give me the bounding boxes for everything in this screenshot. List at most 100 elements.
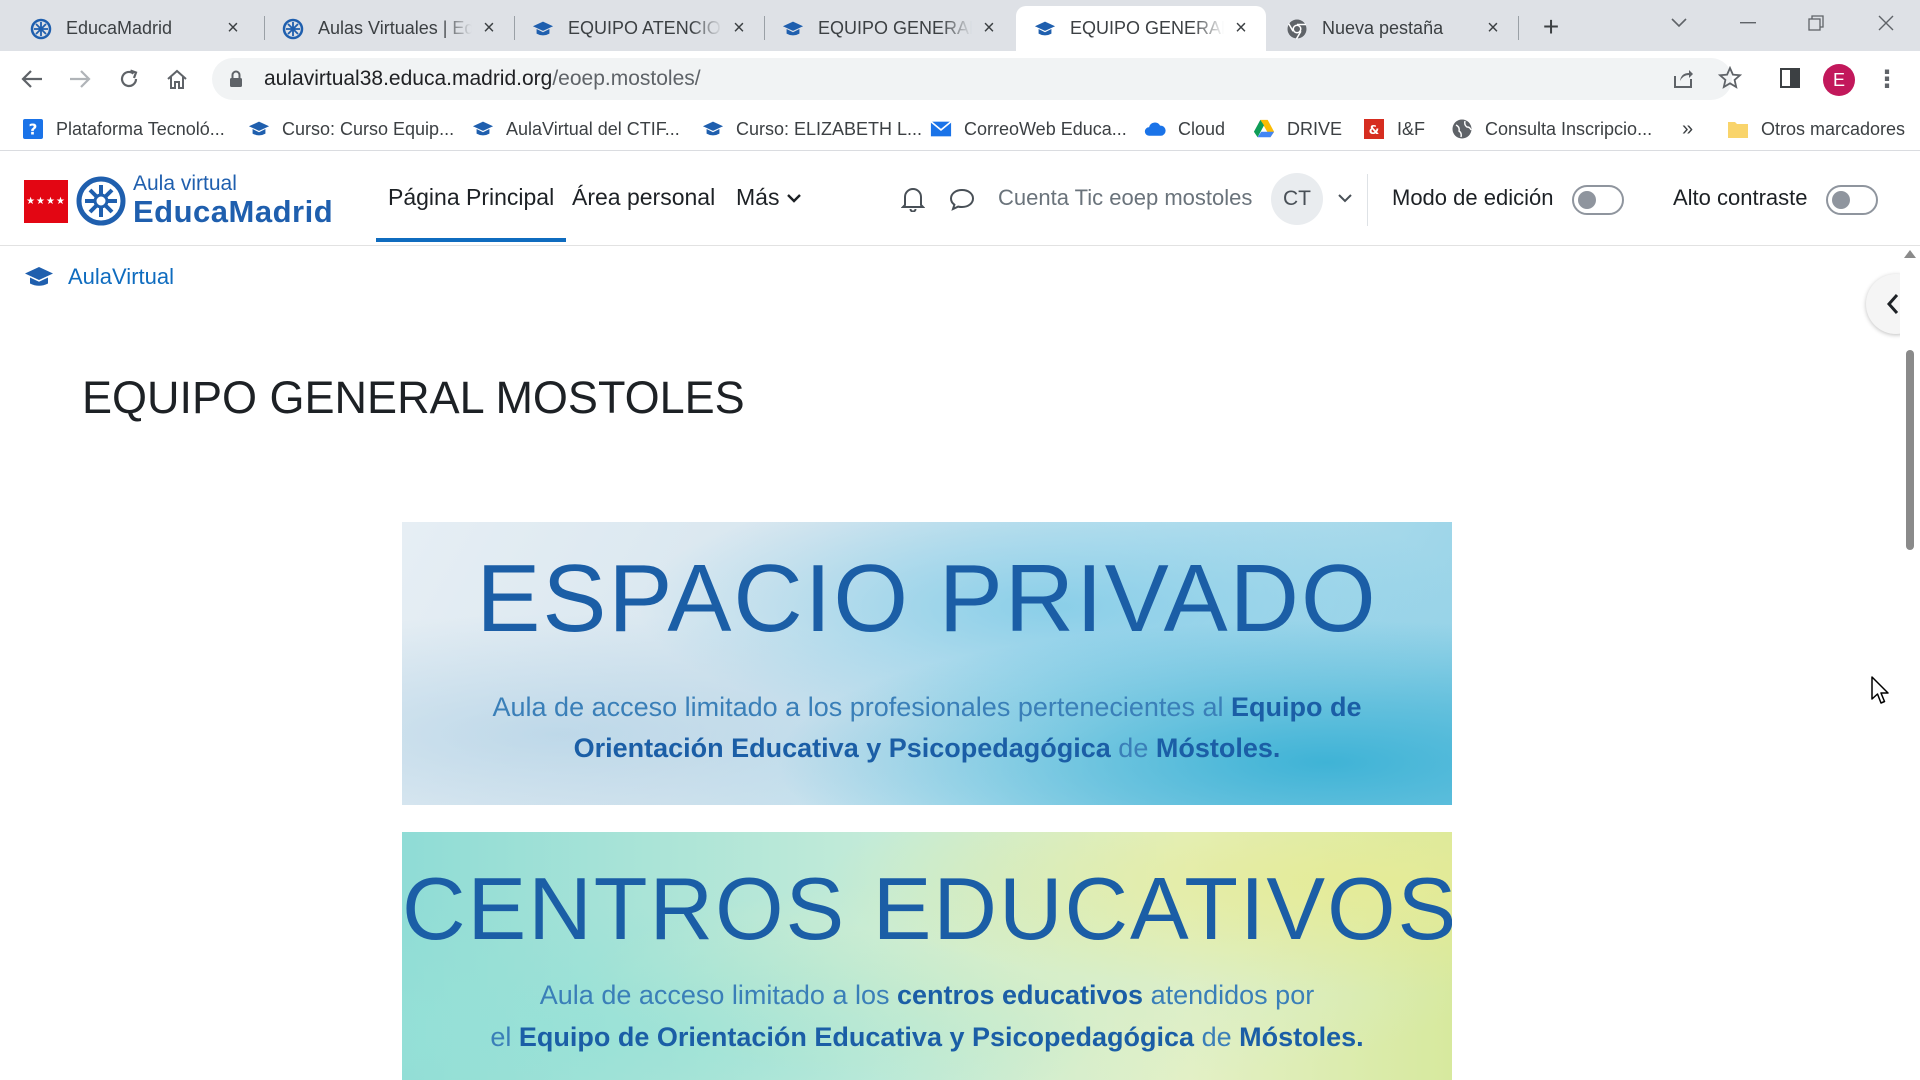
bookmark-item[interactable]: CorreoWeb Educa... [930, 107, 1127, 151]
banner-text: Orientación Educativa y Psicopedagógica … [573, 733, 1281, 763]
user-account-name[interactable]: Cuenta Tic eoep mostoles [998, 185, 1252, 211]
scroll-up-arrow-icon[interactable] [1904, 250, 1916, 258]
browser-menu-icon[interactable]: ⋮ [1875, 63, 1899, 95]
high-contrast-label: Alto contraste [1673, 185, 1808, 210]
mouse-cursor-icon [1871, 676, 1891, 706]
moodle-cap-icon [1034, 18, 1056, 40]
edit-mode-toggle[interactable] [1572, 185, 1624, 215]
toggle-knob [1832, 191, 1850, 209]
minimize-icon[interactable] [1726, 6, 1770, 40]
banner-text: Aula de acceso limitado a los centros ed… [539, 980, 1315, 1010]
address-bar[interactable]: aulavirtual38.educa.madrid.org/eoep.most… [212, 58, 1732, 100]
schools-banner[interactable]: CENTROS EDUCATIVOS Aula de acceso limita… [402, 832, 1452, 1080]
site-navbar: ★★★★ Aula virtual EducaMadrid Página Pri… [0, 152, 1920, 246]
chrome-icon [1286, 18, 1308, 40]
bookmark-item[interactable]: Curso: ELIZABETH L... [702, 107, 922, 151]
bookmark-item[interactable]: Curso: Curso Equip... [248, 107, 454, 151]
profile-avatar[interactable]: E [1823, 64, 1855, 96]
close-tab-icon[interactable]: × [222, 17, 244, 40]
toggle-knob [1578, 191, 1596, 209]
tab-title: Aulas Virtuales | EducaMadrid [318, 18, 472, 38]
lock-icon[interactable] [226, 70, 246, 88]
close-window-icon[interactable] [1864, 6, 1908, 40]
private-space-banner[interactable]: ESPACIO PRIVADO Aula de acceso limitado … [402, 522, 1452, 805]
scrollbar-thumb[interactable] [1906, 350, 1914, 550]
share-icon[interactable] [1668, 63, 1698, 93]
breadcrumb-link[interactable]: AulaVirtual [68, 264, 174, 290]
moodle-cap-icon [702, 118, 724, 140]
moodle-cap-icon [248, 118, 270, 140]
close-tab-icon[interactable]: × [478, 17, 500, 40]
banner-heading: CENTROS EDUCATIVOS [402, 859, 1452, 958]
educamadrid-icon [282, 18, 304, 40]
help-square-icon: ? [22, 118, 44, 140]
user-avatar[interactable]: CT [1271, 173, 1323, 225]
if-logo-icon: & [1363, 118, 1385, 140]
chevron-down-icon[interactable] [1334, 187, 1356, 209]
chevron-left-icon [1886, 293, 1900, 315]
moodle-cap-icon [24, 264, 54, 290]
bookmark-item[interactable]: & I&F [1363, 107, 1425, 151]
close-tab-icon[interactable]: × [1230, 17, 1252, 40]
url-text: aulavirtual38.educa.madrid.org/eoep.most… [264, 67, 701, 90]
tab-search-icon[interactable] [1657, 6, 1701, 40]
tab-title: Nueva pestaña [1322, 18, 1444, 38]
bookmarks-bar: ? Plataforma Tecnoló... Curso: Curso Equ… [0, 107, 1920, 151]
banner-heading: ESPACIO PRIVADO [476, 545, 1378, 652]
nav-home[interactable]: Página Principal [375, 184, 567, 242]
tab-title: EducaMadrid [66, 18, 173, 38]
bookmark-item[interactable]: AulaVirtual del CTIF... [472, 107, 680, 151]
close-tab-icon[interactable]: × [728, 17, 750, 40]
side-panel-icon[interactable] [1775, 63, 1805, 93]
tab-title: EQUIPO ATENCION [568, 18, 722, 38]
restore-icon[interactable] [1794, 6, 1838, 40]
svg-text:?: ? [29, 121, 38, 139]
tab-title: EQUIPO GENERAL MOSTOLES [1070, 18, 1224, 38]
browser-tab-active[interactable]: EQUIPO GENERAL MOSTOLES × [1016, 6, 1266, 51]
logo-subtitle[interactable]: Aula virtual [133, 172, 237, 196]
bookmark-item[interactable]: Consulta Inscripcio... [1451, 107, 1652, 151]
moodle-cap-icon [782, 18, 804, 40]
high-contrast-toggle[interactable] [1826, 185, 1878, 215]
browser-tab[interactable]: EQUIPO ATENCION × [514, 6, 764, 51]
bookmark-item[interactable]: Cloud [1144, 107, 1225, 151]
moodle-cap-icon [472, 118, 494, 140]
bookmark-item[interactable]: DRIVE [1253, 107, 1342, 151]
moodle-cap-icon [532, 18, 554, 40]
bookmark-item[interactable]: ? Plataforma Tecnoló... [22, 107, 225, 151]
mail-icon [930, 118, 952, 140]
close-tab-icon[interactable]: × [1482, 17, 1504, 40]
banner-text: el Equipo de Orientación Educativa y Psi… [490, 1022, 1364, 1052]
bookmarks-overflow-button[interactable]: » [1682, 107, 1693, 151]
forward-icon[interactable] [64, 63, 96, 95]
madrid-flag-logo[interactable]: ★★★★ [24, 180, 68, 223]
other-bookmarks-folder[interactable]: Otros marcadores [1727, 107, 1905, 151]
browser-tab[interactable]: Nueva pestaña × [1268, 6, 1518, 51]
browser-tab-strip: EducaMadrid × Aulas Virtuales | EducaMad… [0, 0, 1920, 51]
chevron-down-icon [787, 193, 802, 203]
nav-personal-area[interactable]: Área personal [572, 184, 715, 211]
globe-icon [1451, 118, 1473, 140]
browser-tab[interactable]: EQUIPO GENERAL AT × [764, 6, 1014, 51]
messages-icon[interactable] [947, 184, 977, 214]
nav-more-menu[interactable]: Más [736, 184, 802, 211]
educamadrid-icon [30, 18, 52, 40]
edit-mode-label: Modo de edición [1392, 185, 1554, 210]
close-tab-icon[interactable]: × [978, 17, 1000, 40]
folder-icon [1727, 118, 1749, 140]
back-icon[interactable] [16, 63, 48, 95]
svg-text:&: & [1369, 123, 1379, 137]
tab-separator [1518, 16, 1519, 40]
browser-tab[interactable]: EducaMadrid × [12, 6, 258, 51]
bookmark-star-icon[interactable] [1715, 63, 1745, 93]
header-divider [1367, 174, 1368, 226]
browser-tab[interactable]: Aulas Virtuales | EducaMadrid × [264, 6, 514, 51]
reload-icon[interactable] [113, 63, 145, 95]
drive-icon [1253, 118, 1275, 140]
home-icon[interactable] [161, 63, 193, 95]
browser-toolbar: aulavirtual38.educa.madrid.org/eoep.most… [0, 51, 1920, 107]
bell-icon[interactable] [898, 184, 928, 214]
educamadrid-logo-icon[interactable] [76, 176, 126, 226]
logo-title[interactable]: EducaMadrid [133, 194, 333, 230]
new-tab-button[interactable]: + [1536, 11, 1566, 42]
